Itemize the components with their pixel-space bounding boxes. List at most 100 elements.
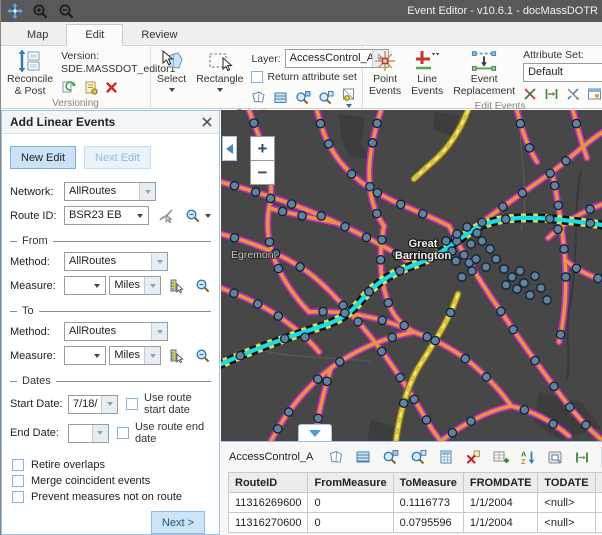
table-row[interactable]: 11316270600 0 0.0795596 1/1/2004 <null> … — [229, 513, 602, 533]
ruler-pick-icon[interactable] — [169, 278, 185, 294]
cell[interactable]: <null> — [538, 493, 595, 513]
map-zoom-in-button[interactable]: + — [250, 136, 275, 161]
chevron-down-icon[interactable] — [144, 347, 160, 364]
column-header-fromdate[interactable]: FROMDATE — [463, 473, 538, 493]
zoom-out-icon[interactable] — [58, 3, 75, 20]
calculator-icon[interactable] — [438, 449, 454, 466]
tab-edit[interactable]: Edit — [66, 24, 123, 46]
cell[interactable]: 0.0795596 — [393, 513, 463, 533]
refresh-version-icon[interactable] — [61, 80, 76, 95]
line-events-button[interactable]: Line Events — [409, 48, 445, 98]
pan-to-selection-icon[interactable] — [410, 449, 427, 466]
column-header-todate[interactable]: TODATE — [538, 473, 595, 493]
cell[interactable]: 1/1/2004 — [463, 493, 538, 513]
zoom-to-selection-icon[interactable] — [382, 449, 399, 466]
end-date-input[interactable] — [68, 424, 109, 443]
chevron-down-icon[interactable] — [101, 396, 117, 413]
new-edit-button[interactable]: New Edit — [10, 146, 76, 169]
chevron-down-icon[interactable] — [132, 207, 148, 224]
chevron-down-icon[interactable] — [89, 277, 105, 294]
delete-version-icon[interactable] — [105, 81, 118, 94]
records-icon[interactable] — [273, 90, 288, 105]
from-method-dropdown[interactable]: AllRoutes — [64, 252, 168, 271]
chevron-down-icon[interactable] — [139, 183, 155, 200]
cell[interactable]: N — [595, 493, 602, 513]
column-header-frommeasure[interactable]: FromMeasure — [308, 473, 393, 493]
select-tool-button[interactable]: Select — [155, 48, 188, 93]
sort-icon[interactable]: A Z — [520, 449, 536, 466]
start-date-input[interactable]: 7/18/ — [68, 395, 118, 414]
tab-map[interactable]: Map — [9, 25, 66, 45]
pan-icon[interactable] — [7, 3, 23, 19]
table-row[interactable]: 11316269600 0 0.1116773 1/1/2004 <null> … — [229, 493, 602, 513]
event-replacement-button[interactable]: Event Replacement — [451, 48, 517, 98]
point-events-button[interactable]: Point Events — [367, 48, 403, 98]
records-icon[interactable] — [355, 449, 371, 466]
select-shape-icon[interactable] — [328, 449, 344, 466]
select-shape-icon[interactable] — [251, 90, 266, 105]
add-row-icon[interactable] — [492, 449, 509, 466]
measure-gap-icon[interactable] — [574, 449, 590, 466]
tab-review[interactable]: Review — [123, 25, 195, 45]
column-header-tomeasure[interactable]: ToMeasure — [393, 473, 463, 493]
new-version-icon[interactable] — [83, 80, 98, 95]
column-header-ac[interactable]: AC — [595, 473, 602, 493]
map-canvas[interactable]: Egremont Great Barrington + − — [221, 110, 602, 441]
zoom-to-measure-icon[interactable] — [195, 348, 211, 364]
next-edit-button[interactable]: Next Edit — [84, 146, 151, 169]
zoom-to-route-icon[interactable] — [185, 208, 201, 224]
cell[interactable]: 1/1/2004 — [463, 513, 538, 533]
collapse-panel-button[interactable] — [222, 136, 237, 161]
attribute-set-dropdown[interactable]: Default — [523, 63, 602, 82]
split-event-icon[interactable] — [523, 87, 537, 101]
use-route-start-checkbox[interactable] — [126, 398, 138, 410]
to-method-dropdown[interactable]: AllRoutes — [64, 322, 168, 341]
merge-coincident-checkbox[interactable] — [12, 475, 24, 487]
zoom-in-icon[interactable] — [32, 3, 49, 20]
map-zoom-out-button[interactable]: − — [250, 160, 275, 185]
select-dropdown-caret-icon[interactable] — [169, 88, 175, 92]
cell[interactable]: N — [595, 513, 602, 533]
pan-to-selection-icon[interactable] — [318, 90, 334, 106]
column-header-routeid[interactable]: RouteID — [229, 473, 308, 493]
route-id-dropdown[interactable]: BSR23 EB — [64, 206, 149, 225]
grid-layer-name[interactable]: AccessControl_A — [229, 451, 313, 463]
close-icon[interactable] — [201, 116, 213, 128]
window-properties-icon[interactable] — [547, 449, 563, 466]
from-units-dropdown[interactable]: Miles — [109, 276, 161, 295]
merge-arrows-icon[interactable] — [566, 87, 580, 101]
chevron-down-icon[interactable] — [205, 214, 211, 218]
reconcile-post-button[interactable]: Reconcile & Post — [5, 48, 55, 98]
select-by-attribute-icon[interactable] — [341, 87, 356, 102]
to-measure-input[interactable] — [64, 346, 106, 365]
rectangle-tool-button[interactable]: Rectangle — [194, 48, 245, 93]
chevron-down-icon[interactable] — [151, 253, 167, 270]
cell[interactable]: 0 — [308, 513, 393, 533]
zoom-to-selection-icon[interactable] — [295, 90, 311, 106]
measure-gap-icon[interactable] — [544, 87, 559, 101]
cell[interactable]: 0.1116773 — [393, 493, 463, 513]
retire-overlaps-checkbox[interactable] — [12, 459, 24, 471]
zoom-to-measure-icon[interactable] — [195, 278, 211, 294]
network-dropdown[interactable]: AllRoutes — [64, 182, 156, 201]
collapse-grid-button[interactable] — [298, 424, 332, 441]
select-route-icon[interactable] — [158, 208, 174, 224]
chevron-down-icon[interactable] — [144, 277, 160, 294]
cell[interactable]: 11316270600 — [229, 513, 308, 533]
from-measure-input[interactable] — [64, 276, 106, 295]
return-attribute-set-checkbox[interactable] — [251, 71, 263, 83]
to-units-dropdown[interactable]: Miles — [109, 346, 161, 365]
next-button[interactable]: Next > — [151, 511, 205, 534]
cell[interactable]: <null> — [538, 513, 595, 533]
clear-selection-icon[interactable] — [465, 449, 481, 466]
cell[interactable]: 0 — [308, 493, 393, 513]
prevent-measures-checkbox[interactable] — [12, 491, 24, 503]
use-route-end-checkbox[interactable] — [117, 427, 129, 439]
ruler-pick-icon[interactable] — [169, 348, 185, 364]
cell[interactable]: 11316269600 — [229, 493, 308, 513]
window-properties-icon[interactable] — [587, 87, 602, 101]
chevron-down-icon[interactable] — [151, 323, 167, 340]
chevron-down-icon[interactable] — [89, 347, 105, 364]
rectangle-dropdown-caret-icon[interactable] — [217, 88, 223, 92]
chevron-down-icon[interactable] — [92, 425, 108, 442]
